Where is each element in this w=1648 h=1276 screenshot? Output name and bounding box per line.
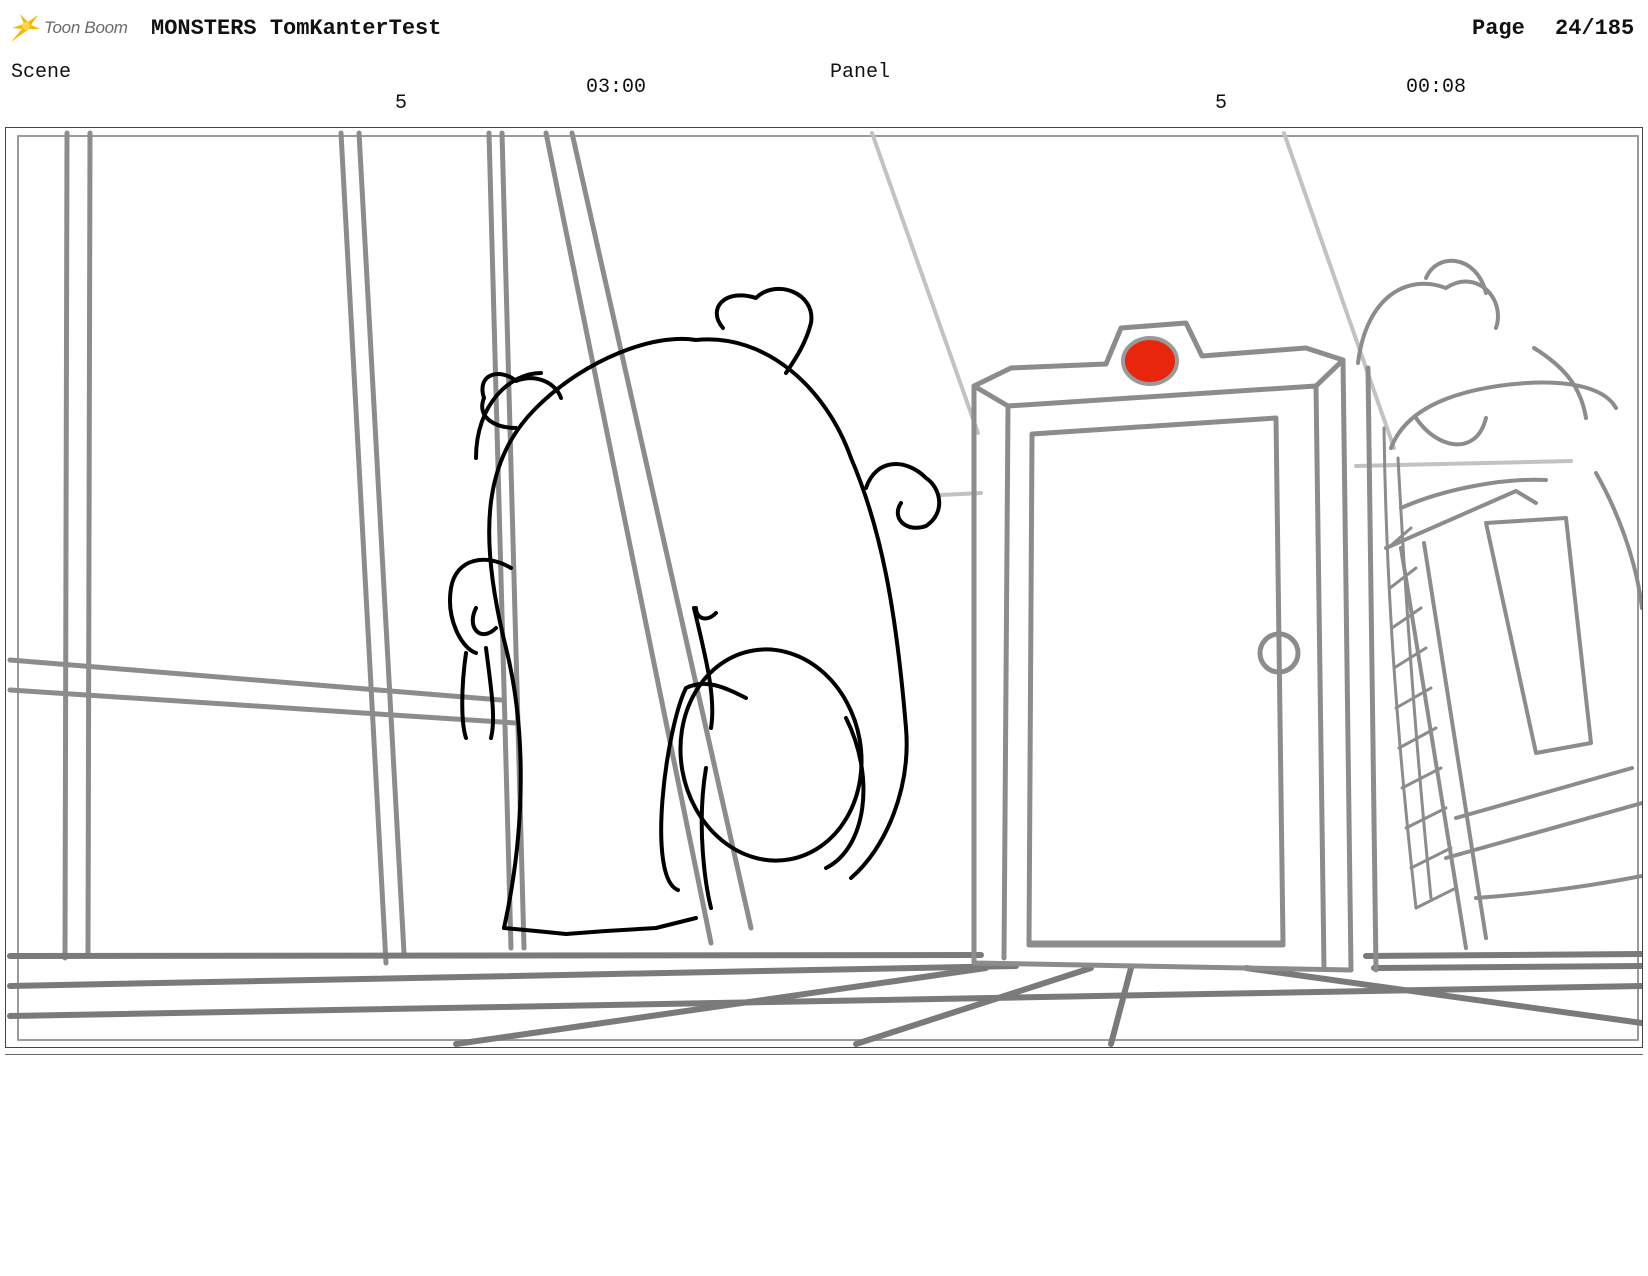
logo-text: Toon Boom bbox=[44, 18, 128, 37]
scene-duration: 03:00 bbox=[586, 76, 647, 99]
panel-label: Panel bbox=[830, 61, 891, 84]
project-title: MONSTERS TomKanterTest bbox=[151, 16, 442, 41]
storyboard-sketch bbox=[7, 130, 1642, 1047]
toon-boom-logo: Toon Boom bbox=[8, 10, 138, 46]
page-label: Page bbox=[1472, 16, 1525, 41]
scene-number: 5 bbox=[395, 92, 408, 115]
panel-number: 5 bbox=[1215, 92, 1228, 115]
page-number: 24/185 bbox=[1555, 16, 1635, 41]
storyboard-panel-frame bbox=[5, 127, 1643, 1048]
toon-boom-star-icon bbox=[11, 14, 40, 42]
panel-bottom-rule bbox=[5, 1054, 1643, 1055]
panel-duration: 00:08 bbox=[1406, 76, 1467, 99]
scene-label: Scene bbox=[11, 61, 72, 84]
